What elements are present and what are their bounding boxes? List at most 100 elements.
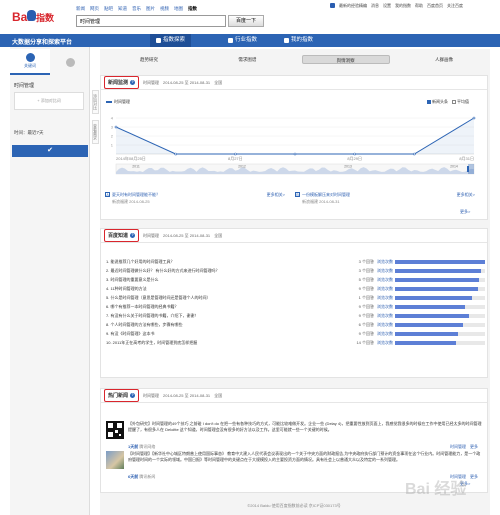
data-point bbox=[293, 152, 297, 156]
panel-keyword: 时间管理 bbox=[143, 79, 160, 85]
news-b-title[interactable]: 一份模板解压来对时间管理 bbox=[302, 192, 350, 198]
question-title[interactable]: 1. 能说推荐几个好用的时间管理工具？ bbox=[106, 259, 353, 265]
chart-icon bbox=[156, 38, 161, 43]
left-sidebar bbox=[10, 47, 90, 515]
views-bar bbox=[395, 322, 463, 327]
sidebar-tab-region[interactable] bbox=[50, 49, 90, 75]
nav-news[interactable]: 新闻 bbox=[76, 6, 85, 12]
user-link-help[interactable]: 帮助 bbox=[415, 3, 423, 9]
user-link-messages[interactable]: 消息 bbox=[371, 3, 379, 9]
tab-my-index[interactable]: 我的指数 bbox=[278, 34, 319, 47]
tab-index-explore[interactable]: 指数探索 bbox=[150, 34, 192, 47]
hot-news-1-more-link[interactable]: 更多 bbox=[470, 444, 478, 450]
question-title[interactable]: 2. 最近时间管理做什么好？ 有什么好的方式来进行时间管理吗？ bbox=[106, 268, 353, 274]
tab-my-index-label: 我的指数 bbox=[291, 37, 314, 43]
side-toggle-compare[interactable]: 添加对比 bbox=[92, 90, 99, 114]
views-bar bbox=[395, 331, 458, 336]
hot-news-1-keyword-link[interactable]: 时间管理 bbox=[450, 444, 466, 450]
user-link-follow[interactable]: 关注百度 bbox=[447, 3, 463, 9]
nav-zhidao[interactable]: 知道 bbox=[118, 6, 127, 12]
news-more-link[interactable]: 更多> bbox=[460, 209, 470, 215]
views-label[interactable]: 浏览次数 bbox=[377, 313, 395, 319]
time-range-selector[interactable]: 时间：最近7天 bbox=[14, 130, 44, 136]
overview-year-label: 2013 bbox=[344, 165, 352, 169]
subtab-audience[interactable]: 人群画像 bbox=[400, 55, 488, 64]
nav-index[interactable]: 指数 bbox=[188, 6, 197, 12]
hot-news-2-meta: 6天前 腾讯新闻 bbox=[128, 474, 155, 480]
nav-tieba[interactable]: 贴吧 bbox=[104, 6, 113, 12]
search-input[interactable]: 时间管理 bbox=[76, 15, 226, 27]
main-nav-bar: 大数据分享和探索平台 指数探索 行业指数 我的指数 bbox=[0, 34, 500, 47]
y-tick-label: 1 bbox=[111, 143, 114, 148]
hot-news-1-text[interactable]: 【外包研究】时间管理的49个技巧 之前碰 I don't do 在把一些有各种技… bbox=[128, 421, 482, 432]
add-compare-keyword[interactable]: + 添加对比词 bbox=[14, 92, 84, 110]
question-title[interactable]: 8. 个人时间管理的方法有哪些，步骤有哪些 bbox=[106, 322, 353, 328]
side-toggle-demand[interactable]: 查看需求 bbox=[92, 120, 99, 144]
tab-industry-index[interactable]: 行业指数 bbox=[222, 34, 263, 47]
question-title[interactable]: 4. 11种时间管理的方法 bbox=[106, 286, 353, 292]
user-link-home[interactable]: 百度首页 bbox=[427, 3, 443, 9]
question-title[interactable]: 6. 哪个有推荐一本时间管理的经典书籍？ bbox=[106, 304, 353, 310]
hot-news-title-text: 热门新闻 bbox=[108, 393, 129, 399]
news-a-more[interactable]: 更多相关> bbox=[267, 192, 285, 198]
sidebar-tab-keyword[interactable]: 关键词 bbox=[10, 49, 50, 75]
views-label[interactable]: 浏览次数 bbox=[377, 340, 395, 346]
help-icon[interactable]: ? bbox=[130, 233, 136, 238]
question-title[interactable]: 5. 什么是时间管理（意思是管理时间还是管理个人的时间） bbox=[106, 295, 353, 301]
views-label[interactable]: 浏览次数 bbox=[377, 259, 395, 265]
question-row: 7. 有没有什么关于时间管理的书籍，介绍下，谢谢！ 9 个回答 浏览次数 bbox=[106, 311, 486, 320]
question-row: 5. 什么是时间管理（意思是管理时间还是管理个人的时间） 1 个回答 浏览次数 bbox=[106, 293, 486, 302]
views-label[interactable]: 浏览次数 bbox=[377, 322, 395, 328]
views-label[interactable]: 浏览次数 bbox=[377, 277, 395, 283]
question-row: 8. 个人时间管理的方法有哪些，步骤有哪些 6 个回答 浏览次数 bbox=[106, 320, 486, 329]
help-icon[interactable]: ? bbox=[130, 80, 136, 85]
question-title[interactable]: 3. 时间管理的重要意义是什么 bbox=[106, 277, 353, 283]
nav-map[interactable]: 地图 bbox=[174, 6, 183, 12]
views-label[interactable]: 浏览次数 bbox=[377, 295, 395, 301]
subtab-demand[interactable]: 需求图谱 bbox=[203, 55, 291, 64]
question-title[interactable]: 9. 有没《时间管理》这本书 bbox=[106, 331, 353, 337]
news-a-title[interactable]: 夏天时有时间管理能不能？ bbox=[112, 192, 160, 198]
overview-strip[interactable]: 2011 2012 2013 2014 bbox=[115, 163, 475, 175]
nav-web[interactable]: 网页 bbox=[90, 6, 99, 12]
panel-date-range: 2014-08-25 至 2014-08-31 bbox=[163, 232, 211, 238]
user-link-settings[interactable]: 设置 bbox=[383, 3, 391, 9]
views-bar-track bbox=[395, 322, 485, 327]
question-title[interactable]: 10. 2011年正在高考的学生，时间管理到底怎样把握 bbox=[106, 340, 353, 346]
views-label[interactable]: 浏览次数 bbox=[377, 331, 395, 337]
qr-code-thumbnail[interactable] bbox=[106, 421, 124, 439]
overview-year-label: 2014 bbox=[450, 165, 458, 169]
tab-index-explore-label: 指数探索 bbox=[163, 37, 186, 43]
hot-news-2-more-link[interactable]: 更多 bbox=[470, 474, 478, 480]
question-row: 1. 能说推荐几个好用的时间管理工具？ 3 个回答 浏览次数 bbox=[106, 257, 486, 266]
question-title[interactable]: 7. 有没有什么关于时间管理的书籍，介绍下，谢谢！ bbox=[106, 313, 353, 319]
news-thumbnail[interactable] bbox=[106, 451, 124, 469]
sidebar-tab-keyword-label: 关键词 bbox=[24, 63, 36, 68]
nav-music[interactable]: 音乐 bbox=[132, 6, 141, 12]
views-bar bbox=[395, 295, 473, 300]
panel-scope: 全国 bbox=[214, 232, 223, 238]
user-link-experience[interactable]: 最新的经验精编 bbox=[339, 3, 367, 9]
footer: ©2014 Baidu 使用百度指数前必读 京ICP证030173号 bbox=[247, 503, 341, 508]
user-link-my-index[interactable]: 我的指数 bbox=[395, 3, 411, 9]
subtab-trend[interactable]: 趋势研究 bbox=[105, 55, 193, 64]
panel-scope: 全国 bbox=[214, 392, 223, 398]
nav-video[interactable]: 视频 bbox=[160, 6, 169, 12]
keyword-item[interactable]: 时间管理 bbox=[14, 82, 34, 89]
baidu-index-logo[interactable]: Bai 指数 bbox=[12, 8, 54, 28]
question-row: 10. 2011年正在高考的学生，时间管理到底怎样把握 14 个回答 浏览次数 bbox=[106, 338, 486, 347]
search-button[interactable]: 百度一下 bbox=[228, 15, 264, 27]
views-label[interactable]: 浏览次数 bbox=[377, 268, 395, 274]
hot-news-1-links: 时间管理 更多 bbox=[450, 444, 478, 450]
data-point bbox=[234, 152, 237, 156]
subtab-sentiment[interactable]: 舆情洞察 bbox=[301, 55, 390, 64]
help-icon[interactable]: ? bbox=[130, 393, 136, 398]
views-label[interactable]: 浏览次数 bbox=[377, 286, 395, 292]
nav-images[interactable]: 图片 bbox=[146, 6, 155, 12]
hot-news-2-media: 腾讯新闻 bbox=[139, 474, 156, 479]
hot-news-1-time: 1天前 bbox=[128, 444, 139, 449]
confirm-button[interactable]: ✔ bbox=[12, 145, 88, 157]
news-b-more[interactable]: 更多相关> bbox=[457, 192, 475, 198]
hot-news-2-text[interactable]: 【时间管理】【新华社中心城区特朗普上使用国际事态》 教育中大建入人民代表会议表现… bbox=[128, 451, 482, 462]
views-label[interactable]: 浏览次数 bbox=[377, 304, 395, 310]
